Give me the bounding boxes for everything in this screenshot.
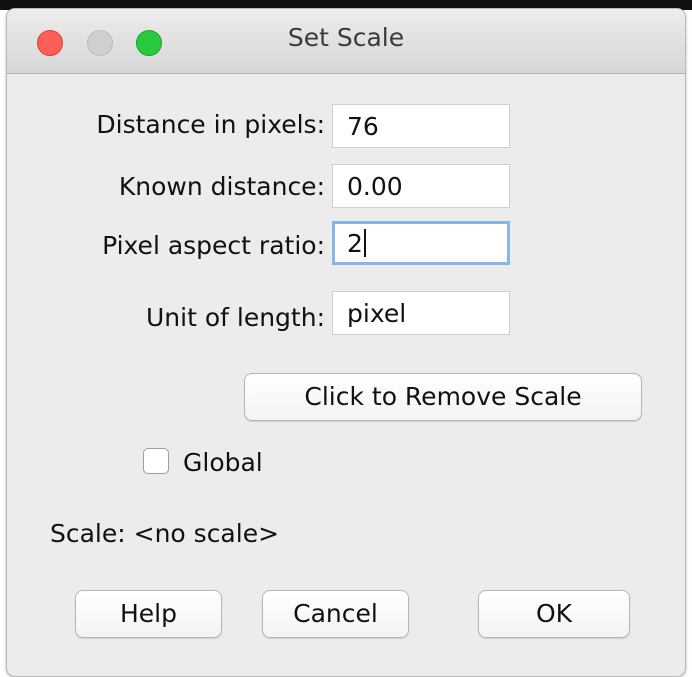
help-button[interactable]: Help xyxy=(75,590,222,638)
cancel-button-label: Cancel xyxy=(293,599,378,628)
text-caret xyxy=(363,229,366,257)
title-bar[interactable]: Set Scale xyxy=(7,9,685,74)
pixel-aspect-ratio-field[interactable]: 2 xyxy=(332,221,510,265)
help-button-label: Help xyxy=(120,599,177,628)
set-scale-dialog: Set Scale Distance in pixels: 76 Known d… xyxy=(6,8,686,677)
known-distance-label: Known distance: xyxy=(118,172,325,201)
pixel-aspect-ratio-label: Pixel aspect ratio: xyxy=(102,231,325,260)
global-label[interactable]: Global xyxy=(183,448,263,477)
distance-in-pixels-field[interactable]: 76 xyxy=(332,104,510,148)
cancel-button[interactable]: Cancel xyxy=(262,590,409,638)
window-title: Set Scale xyxy=(287,23,405,52)
known-distance-field[interactable]: 0.00 xyxy=(332,164,510,208)
pixel-aspect-ratio-value: 2 xyxy=(347,229,363,258)
distance-in-pixels-value: 76 xyxy=(347,112,379,141)
global-checkbox[interactable] xyxy=(143,448,169,474)
scale-status: Scale: <no scale> xyxy=(50,519,280,548)
unit-of-length-value: pixel xyxy=(347,299,407,328)
remove-scale-button-label: Click to Remove Scale xyxy=(304,382,582,411)
screenshot-stage: Set Scale Distance in pixels: 76 Known d… xyxy=(0,0,692,677)
known-distance-value: 0.00 xyxy=(347,172,403,201)
ok-button-label: OK xyxy=(535,599,573,628)
unit-of-length-field[interactable]: pixel xyxy=(332,291,510,335)
unit-of-length-label: Unit of length: xyxy=(146,303,325,332)
distance-in-pixels-label: Distance in pixels: xyxy=(96,110,325,139)
remove-scale-button[interactable]: Click to Remove Scale xyxy=(244,373,642,421)
ok-button[interactable]: OK xyxy=(478,590,630,638)
